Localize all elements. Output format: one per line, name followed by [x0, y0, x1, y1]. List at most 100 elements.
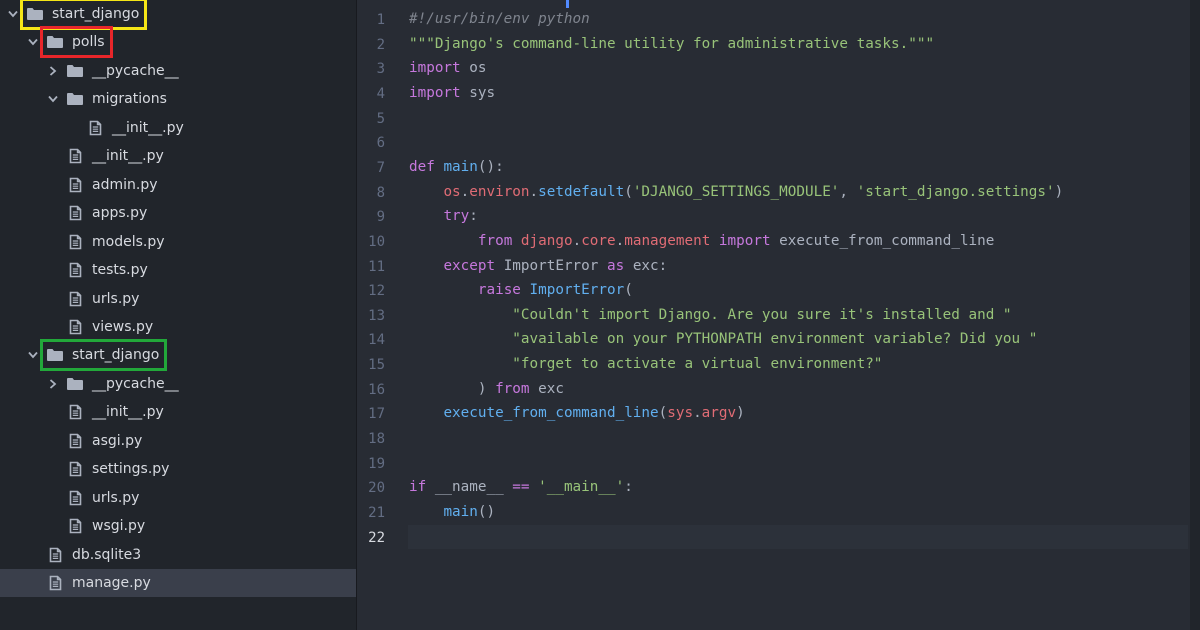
code-token: (: [624, 282, 633, 299]
chevron-down-icon[interactable]: [6, 10, 20, 18]
tree-file-__init__.py[interactable]: __init__.py: [0, 398, 356, 426]
tree-folder-__pycache__[interactable]: __pycache__: [0, 370, 356, 398]
tree-file-models.py[interactable]: models.py: [0, 228, 356, 256]
code-line[interactable]: "available on your PYTHONPATH environmen…: [409, 331, 1037, 347]
line-number: 16: [368, 381, 385, 398]
chevron-down-icon[interactable]: [46, 95, 60, 103]
code-token: setdefault: [538, 183, 625, 200]
code-line[interactable]: execute_from_command_line(sys.argv): [409, 405, 744, 422]
code-token: "Couldn't import Django. Are you sure it…: [512, 306, 1012, 323]
tree-folder-__pycache__[interactable]: __pycache__: [0, 57, 356, 85]
file-icon: [66, 234, 84, 250]
code-token: :: [624, 479, 633, 496]
tree-file-asgi.py[interactable]: asgi.py: [0, 427, 356, 455]
code-line[interactable]: ) from exc: [409, 381, 564, 397]
line-number: 12: [368, 283, 385, 300]
tree-item-label: __init__.py: [92, 148, 164, 165]
code-token: 'DJANGO_SETTINGS_MODULE': [632, 183, 840, 200]
tree-item-label: admin.py: [92, 176, 158, 193]
code-token: '__main__': [538, 479, 625, 496]
line-number: 19: [368, 455, 385, 472]
line-number: 18: [368, 431, 385, 448]
code-line[interactable]: "forget to activate a virtual environmen…: [409, 356, 882, 372]
code-token: ImportError: [495, 257, 607, 274]
file-icon: [86, 120, 104, 136]
tree-file-views.py[interactable]: views.py: [0, 313, 356, 341]
code-token: (: [658, 405, 668, 422]
code-token: core: [581, 232, 616, 249]
chevron-right-icon[interactable]: [46, 66, 60, 76]
tree-item-label: wsgi.py: [92, 518, 146, 535]
tree-file-__init__.py[interactable]: __init__.py: [0, 114, 356, 142]
code-line[interactable]: def main():: [409, 159, 504, 175]
code-token: os: [460, 60, 487, 77]
code-editor[interactable]: 1 2 3 4 5 6 7 8 9 10 11 12 13 14 15 16 17 18 19 20 21 22 #!/u…: [358, 0, 1200, 630]
code-line[interactable]: import sys: [409, 85, 495, 101]
code-line[interactable]: if __name__ == '__main__':: [409, 479, 633, 495]
tree-folder-start_django[interactable]: start_django: [0, 0, 356, 28]
code-token: ,: [839, 183, 857, 200]
folder-icon: [46, 35, 64, 49]
tree-folder-start_django[interactable]: start_django: [0, 341, 356, 369]
vertical-scrollbar[interactable]: [1190, 0, 1200, 630]
line-number: 6: [376, 135, 385, 152]
code-token: if: [409, 479, 427, 496]
code-line[interactable]: """Django's command-line utility for adm…: [409, 36, 934, 52]
line-number: 4: [376, 85, 385, 102]
code-line[interactable]: import os: [409, 60, 486, 76]
line-number: 11: [368, 258, 385, 275]
tree-file-tests.py[interactable]: tests.py: [0, 256, 356, 284]
folder-icon: [66, 377, 84, 391]
code-token: .: [572, 232, 582, 249]
code-line[interactable]: raise ImportError(: [409, 282, 633, 298]
tree-file-urls.py[interactable]: urls.py: [0, 484, 356, 512]
code-token: execute_from_command_line: [770, 232, 995, 249]
tree-item-label: start_django: [72, 347, 160, 364]
tree-file-db.sqlite3[interactable]: db.sqlite3: [0, 541, 356, 569]
tree-file-urls.py[interactable]: urls.py: [0, 285, 356, 313]
folder-icon: [26, 7, 44, 21]
tree-folder-migrations[interactable]: migrations: [0, 85, 356, 113]
chevron-right-icon[interactable]: [46, 379, 60, 389]
chevron-down-icon[interactable]: [26, 38, 40, 46]
code-line[interactable]: os.environ.setdefault('DJANGO_SETTINGS_M…: [409, 184, 1063, 200]
code-token: .: [693, 405, 702, 422]
code-token: (: [624, 183, 633, 200]
code-token: argv: [701, 405, 737, 422]
line-number: 7: [376, 159, 385, 176]
code-token: raise: [477, 282, 521, 299]
code-line[interactable]: except ImportError as exc:: [409, 258, 667, 274]
code-line[interactable]: try:: [409, 208, 477, 224]
code-line[interactable]: main(): [409, 504, 495, 520]
tree-folder-polls[interactable]: polls: [0, 28, 356, 56]
line-number: 1: [376, 12, 385, 28]
code-token: import: [409, 60, 461, 77]
tree-item-label: __pycache__: [92, 375, 179, 392]
code-line[interactable]: "Couldn't import Django. Are you sure it…: [409, 306, 1012, 323]
file-icon: [66, 177, 84, 193]
code-token: except: [443, 257, 496, 274]
line-number: 20: [368, 480, 385, 497]
code-token: from: [495, 380, 530, 397]
file-icon: [66, 262, 84, 278]
tree-file-settings.py[interactable]: settings.py: [0, 455, 356, 483]
tree-file-wsgi.py[interactable]: wsgi.py: [0, 512, 356, 540]
tree-file-__init__.py[interactable]: __init__.py: [0, 142, 356, 170]
code-line[interactable]: from django.core.management import execu…: [409, 232, 995, 249]
chevron-down-icon[interactable]: [26, 351, 40, 359]
tree-item-label: urls.py: [92, 489, 140, 506]
tree-file-manage.py[interactable]: manage.py: [0, 569, 356, 597]
code-line[interactable]: #!/usr/bin/env python: [409, 11, 590, 27]
tree-file-apps.py[interactable]: apps.py: [0, 199, 356, 227]
tree-item-label: migrations: [92, 91, 167, 108]
tree-item-label: views.py: [92, 318, 154, 335]
tree-file-admin.py[interactable]: admin.py: [0, 171, 356, 199]
file-icon: [46, 575, 64, 591]
tree-item-label: __init__.py: [92, 404, 164, 421]
